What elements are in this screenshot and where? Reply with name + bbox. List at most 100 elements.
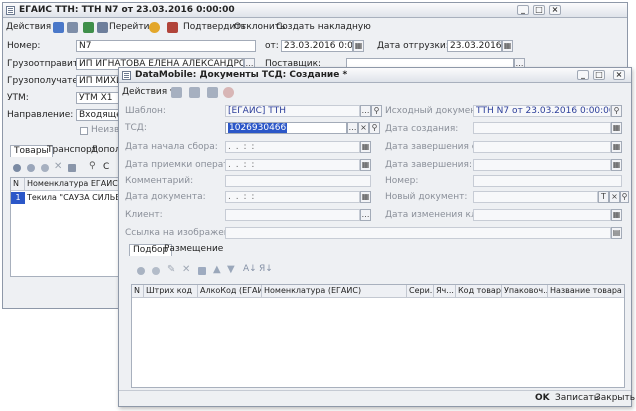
tab-placement[interactable]: Размещение [161,244,226,256]
completed-label: Дата завершения: [385,160,472,170]
close-dialog-button[interactable]: Закрыть [595,393,635,404]
select-button[interactable]: … [347,122,358,134]
minimize-button[interactable]: _ [577,70,589,80]
copy-icon[interactable] [152,267,160,275]
edit-icon[interactable] [41,164,49,172]
collect-start-label: Дата начала сбора: [125,142,218,152]
column-cell[interactable]: Яч... [434,285,456,298]
column-barcode[interactable]: Штрих код [144,285,198,298]
document-icon[interactable] [97,22,108,33]
table-row[interactable]: 1 Текила "САУЗА СИЛЬВЕР [11,192,131,204]
completed-field[interactable] [473,159,611,171]
row-number: 1 [11,192,25,204]
source-doc-field[interactable]: ТТН N7 от 23.03.2016 0:00:00 [473,105,611,117]
document-icon[interactable]: ▤ [611,227,622,239]
client-field[interactable] [225,209,360,221]
add-icon[interactable] [13,164,21,172]
type-icon[interactable]: T [598,191,609,203]
print-icon[interactable] [207,87,218,98]
consignee-field[interactable]: ИП МИХИН [76,75,121,87]
direction-field[interactable]: Входящее [76,109,121,121]
actions-menu[interactable]: Действия ▾ [122,86,175,98]
move-up-icon[interactable]: ▲ [213,264,221,275]
calendar-icon[interactable]: ▦ [502,40,513,52]
select-button[interactable]: … [360,209,371,221]
close-button[interactable]: × [549,5,561,15]
clear-icon[interactable]: × [358,122,369,134]
template-field[interactable]: [ЕГАИС] ТТН [225,105,360,117]
close-button[interactable]: × [613,70,625,80]
ok-button[interactable]: OK [535,393,550,404]
actions-menu[interactable]: Действия ▾ [6,21,59,33]
select-button[interactable]: … [360,105,371,117]
column-package[interactable]: Упаковоч... [502,285,548,298]
help-icon[interactable] [149,22,160,33]
grid-icon[interactable] [198,267,206,275]
minimize-button[interactable]: _ [517,5,529,15]
edit-icon[interactable]: ✎ [167,264,175,275]
sort-desc-icon[interactable]: Я↓ [259,264,273,274]
comment-field[interactable] [225,175,371,187]
delete-icon[interactable]: ✕ [54,161,62,172]
search-icon[interactable]: ⚲ [620,191,629,203]
column-n[interactable]: N [11,178,25,191]
calendar-icon[interactable]: ▦ [611,159,622,171]
number-field[interactable] [473,175,622,187]
search-icon[interactable]: ⚲ [611,105,622,117]
column-nomenclature[interactable]: Номенклатура ЕГАИС [25,178,121,191]
tsd-field[interactable]: 1026930466 [225,122,347,134]
search-icon[interactable]: ⚲ [371,105,382,117]
move-down-icon[interactable]: ▼ [227,264,235,275]
copy-icon[interactable] [27,164,35,172]
add-icon[interactable] [137,267,145,275]
calendar-icon[interactable]: ▦ [360,159,371,171]
collect-start-field[interactable]: . . : : [225,141,360,153]
maximize-button[interactable]: □ [533,5,545,15]
dialog-titlebar: DataMobile: Документы ТСД: Создание * _ … [119,68,631,83]
new-doc-field[interactable] [473,191,598,203]
structure-icon[interactable] [167,22,178,33]
column-nomenclature[interactable]: Номенклатура (ЕГАИС) [262,285,407,298]
main-toolbar: Действия ▾ Перейти ▾ Подтвердить Отклони… [3,19,627,35]
grid-icon[interactable] [68,164,76,172]
truncated-label: С [103,162,110,172]
collect-end-field[interactable] [473,141,611,153]
calendar-icon[interactable]: ▦ [353,40,364,52]
unknown-checkbox[interactable] [80,127,88,135]
column-product-name[interactable]: Название товара [548,285,626,298]
save-icon[interactable] [171,87,182,98]
print-icon[interactable] [67,22,78,33]
date-field[interactable]: 23.03.2016 0:00:00 [281,40,353,52]
search-icon[interactable]: ⚲ [89,161,96,171]
calendar-icon[interactable]: ▦ [611,122,622,134]
calendar-icon[interactable]: ▦ [360,141,371,153]
calendar-icon[interactable]: ▦ [360,191,371,203]
row-nomenclature: Текила "САУЗА СИЛЬВЕР [27,193,131,202]
ship-date-field[interactable]: 23.03.2016 [447,40,502,52]
calendar-icon[interactable]: ▦ [611,209,622,221]
client-change-field[interactable] [473,209,611,221]
number-field[interactable]: N7 [76,40,256,52]
column-alcocode[interactable]: АлкоКод (ЕГАИС) [198,285,262,298]
clear-icon[interactable]: × [609,191,620,203]
maximize-button[interactable]: □ [593,70,605,80]
created-label: Дата создания: [385,124,459,134]
help-icon[interactable] [223,87,234,98]
utm-field[interactable]: УТМ X1 [76,92,121,104]
column-series[interactable]: Сери... [407,285,434,298]
doc-date-field[interactable]: . . : : [225,191,360,203]
created-field[interactable] [473,122,611,134]
column-n[interactable]: N [132,285,144,298]
calendar-icon[interactable]: ▦ [611,141,622,153]
post-icon[interactable] [83,22,94,33]
delete-icon[interactable]: ✕ [182,264,190,275]
operator-receive-field[interactable]: . . : : [225,159,360,171]
column-product-code[interactable]: Код товара [456,285,502,298]
search-icon[interactable]: ⚲ [369,122,380,134]
sort-asc-icon[interactable]: A↓ [243,264,257,274]
save-icon[interactable] [53,22,64,33]
image-link-field[interactable] [225,227,611,239]
create-invoice-button[interactable]: Создать накладную [276,21,371,33]
document-icon[interactable] [189,87,200,98]
save-button[interactable]: Записать [555,393,599,404]
